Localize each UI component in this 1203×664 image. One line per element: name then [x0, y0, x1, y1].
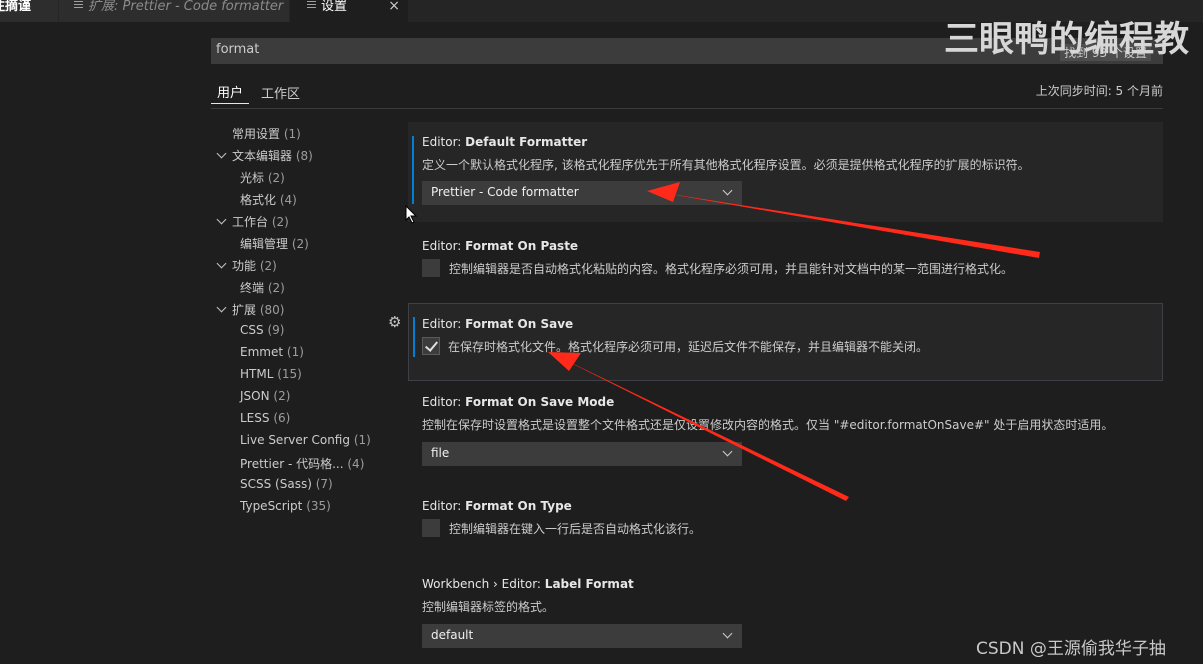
annotation-arrow [548, 352, 849, 501]
mouse-cursor-icon [405, 205, 418, 224]
annotation-arrow [647, 182, 1040, 258]
video-watermark: 三眼鸭的编程教 [944, 20, 1190, 60]
csdn-credit: CSDN @王源偷我华子抽 [976, 639, 1166, 659]
annotation-arrows [548, 182, 1040, 501]
